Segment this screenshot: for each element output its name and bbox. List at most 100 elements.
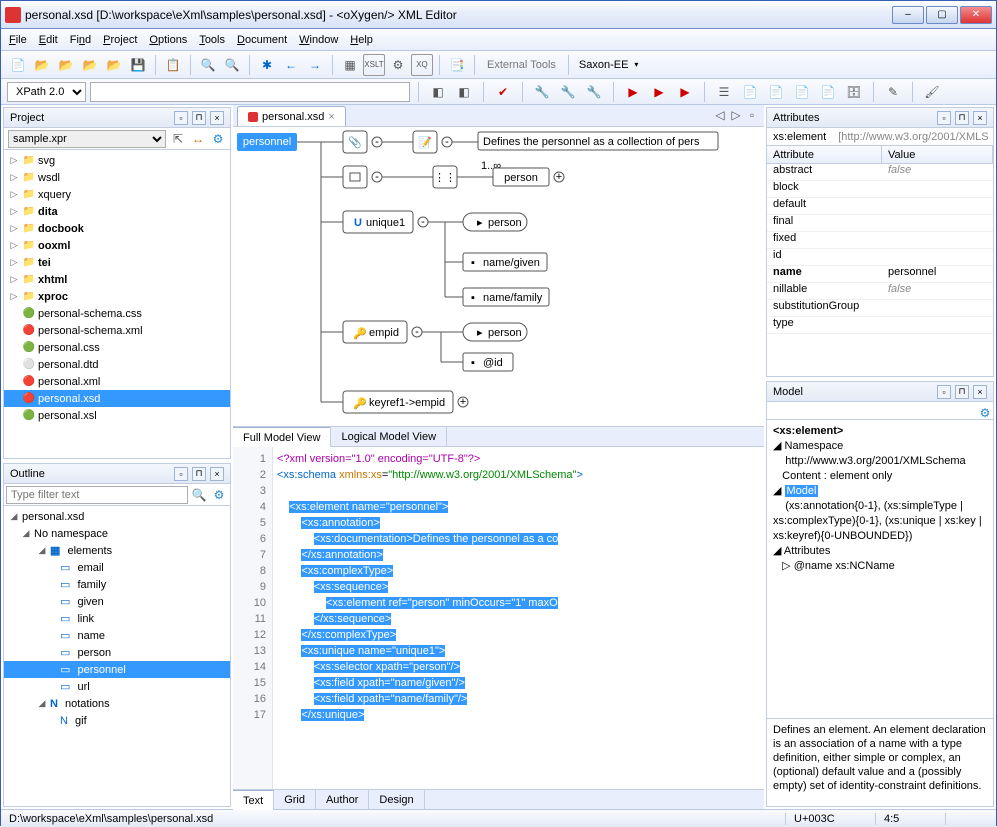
project-item[interactable]: 🟢personal-schema.css [4,305,230,322]
doc3-icon[interactable]: 📄 [791,81,813,103]
wrench3-icon[interactable]: 🔧 [583,81,605,103]
project-tree[interactable]: ▷📁svg▷📁wsdl▷📁xquery▷📁dita▷📁docbook▷📁ooxm… [4,150,230,458]
attr-row[interactable]: namepersonnel [767,266,993,283]
open-url-icon[interactable]: 📂 [55,54,77,76]
xq-icon[interactable]: XQ [411,54,433,76]
project-item[interactable]: ▷📁xhtml [4,271,230,288]
engine-selector[interactable]: Saxon-EE [575,59,633,71]
attr-row[interactable]: fixed [767,232,993,249]
menu-file[interactable]: File [9,34,27,46]
panel-close-icon[interactable]: × [210,111,224,125]
tab-design[interactable]: Design [369,790,424,810]
menu-options[interactable]: Options [149,34,187,46]
outline-filter-input[interactable] [6,486,188,504]
menu-edit[interactable]: Edit [39,34,58,46]
attr-row[interactable]: abstractfalse [767,164,993,181]
attr-row[interactable]: type [767,317,993,334]
link-icon[interactable]: ↔ [190,131,206,147]
project-item[interactable]: 🟢personal.css [4,339,230,356]
tab-personal-xsd[interactable]: personal.xsd × [237,106,346,126]
search-icon[interactable]: 🔍 [190,486,208,504]
model-body[interactable]: <xs:element> ◢ Namespace http://www.w3.o… [767,420,993,718]
project-item[interactable]: ⚪personal.dtd [4,356,230,373]
project-item[interactable]: ▷📁ooxml [4,237,230,254]
doc2-icon[interactable]: 📄 [765,81,787,103]
panel-close-icon[interactable]: × [210,467,224,481]
attr-row[interactable]: final [767,215,993,232]
doc4-icon[interactable]: 📄 [817,81,839,103]
tab-text[interactable]: Text [233,790,274,810]
db-icon[interactable]: 🗄 [843,81,865,103]
outline-item[interactable]: ▭ url [4,678,230,695]
attributes-table[interactable]: abstractfalseblockdefaultfinalfixedidnam… [767,164,993,376]
last-mod-icon[interactable]: ✱ [256,54,278,76]
save-icon[interactable]: 💾 [127,54,149,76]
panel-close-icon[interactable]: × [973,111,987,125]
menu-project[interactable]: Project [103,34,137,46]
outline-tree[interactable]: ◢personal.xsd ◢No namespace◢▦ elements▭ … [4,506,230,806]
project-item[interactable]: 🟢personal.xsl [4,407,230,424]
col-value[interactable]: Value [882,146,993,163]
outline-group[interactable]: ◢N notations [4,695,230,712]
forward-icon[interactable]: → [304,54,326,76]
text-editor[interactable]: 1234567891011121314151617 <?xml version=… [233,447,764,789]
indent-icon[interactable]: ☰ [713,81,735,103]
menu-tools[interactable]: Tools [199,34,225,46]
next-tab-icon[interactable]: ▷ [728,104,744,126]
outline-ns[interactable]: ◢No namespace [4,525,230,542]
project-item[interactable]: ▷📁xquery [4,186,230,203]
tab-grid[interactable]: Grid [274,790,316,810]
restore-icon[interactable]: ▫ [174,111,188,125]
outline-item[interactable]: ▭ family [4,576,230,593]
gear-icon[interactable]: ⚙ [210,486,228,504]
attr-row[interactable]: default [767,198,993,215]
run3-icon[interactable]: ▶ [674,81,696,103]
run-icon[interactable]: ▶ [622,81,644,103]
outline-item[interactable]: ▭ link [4,610,230,627]
attr-row[interactable]: substitutionGroup [767,300,993,317]
project-item[interactable]: 🔴personal-schema.xml [4,322,230,339]
menu-find[interactable]: Find [70,34,91,46]
project-item[interactable]: ▷📁docbook [4,220,230,237]
outline-root[interactable]: ◢personal.xsd [4,508,230,525]
project-item[interactable]: 🔴personal.xml [4,373,230,390]
outline-item[interactable]: ▭ email [4,559,230,576]
menu-document[interactable]: Document [237,34,287,46]
back-icon[interactable]: ← [280,54,302,76]
format-icon[interactable]: ▦ [339,54,361,76]
restore-icon[interactable]: ▫ [937,111,951,125]
outline-item[interactable]: N gif [4,712,230,729]
check-wf-icon[interactable]: 📋 [162,54,184,76]
project-item[interactable]: ▷📁xproc [4,288,230,305]
xslt-params-icon[interactable]: ⚙ [387,54,409,76]
project-item[interactable]: ▷📁wsdl [4,169,230,186]
settings-icon[interactable]: ⚙ [210,131,226,147]
attr-row[interactable]: block [767,181,993,198]
assoc-icon[interactable]: 📑 [446,54,468,76]
schema-diagram[interactable]: .box{fill:#fff;stroke:#555;stroke-width:… [233,127,764,427]
xslt-icon[interactable]: XSLT [363,54,385,76]
menu-help[interactable]: Help [350,34,373,46]
maximize-button[interactable]: ▢ [926,6,958,24]
doc1-icon[interactable]: 📄 [739,81,761,103]
tab-full-model[interactable]: Full Model View [233,427,331,447]
xpath-input[interactable] [90,82,410,102]
debug-icon[interactable]: ▶ [648,81,670,103]
brush-icon[interactable]: 🖌 [921,81,943,103]
profile-icon[interactable]: ◧ [427,81,449,103]
open-archive-icon[interactable]: 📂 [79,54,101,76]
project-item[interactable]: ▷📁svg [4,152,230,169]
attr-row[interactable]: nillablefalse [767,283,993,300]
close-tab-icon[interactable]: × [328,111,334,123]
find-icon[interactable]: 🔍 [197,54,219,76]
max-editor-icon[interactable]: ▫ [744,104,760,126]
wrench2-icon[interactable]: 🔧 [557,81,579,103]
minimize-button[interactable]: – [892,6,924,24]
outline-item[interactable]: ▭ personnel [4,661,230,678]
outline-item[interactable]: ▭ given [4,593,230,610]
profile2-icon[interactable]: ◧ [453,81,475,103]
restore-icon[interactable]: ▫ [174,467,188,481]
outline-item[interactable]: ▭ person [4,644,230,661]
tab-author[interactable]: Author [316,790,369,810]
project-item[interactable]: ▷📁dita [4,203,230,220]
